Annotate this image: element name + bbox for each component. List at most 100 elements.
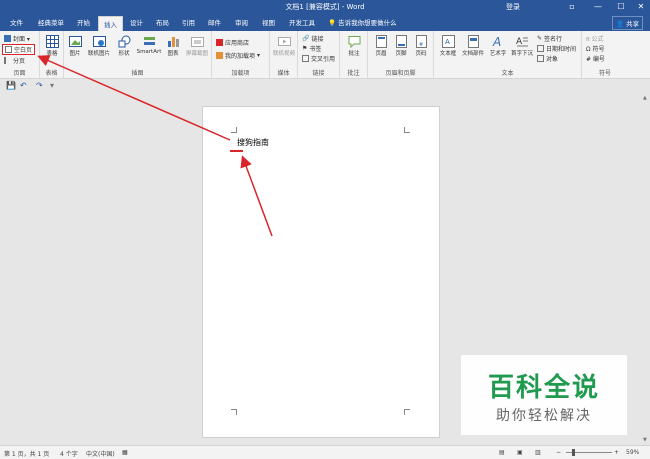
tab-file[interactable]: 文件 (10, 17, 23, 27)
store-label: 应用商店 (225, 40, 250, 47)
ribbon-display-options-button[interactable]: ▫ (559, 0, 585, 14)
zoom-out-icon[interactable]: − (556, 449, 561, 456)
share-button[interactable]: 👤 共享 (612, 16, 644, 30)
shapes-button[interactable]: 形状 (114, 35, 134, 57)
dropcap-button[interactable]: A 首字下沉 (510, 35, 534, 57)
chevron-down-icon: ▾ (257, 52, 261, 59)
scroll-up-icon[interactable]: ▲ (643, 95, 647, 101)
textbox-button[interactable]: A 文本框 (437, 35, 459, 57)
screenshot-button[interactable]: 屏幕截图 (183, 35, 211, 57)
redo-icon[interactable]: ↷ (36, 81, 43, 90)
zoom-level[interactable]: 59% (626, 449, 639, 456)
login-link[interactable]: 登录 (506, 2, 520, 12)
scroll-down-icon[interactable]: ▼ (643, 437, 647, 443)
share-label: 共享 (626, 20, 640, 28)
tab-view[interactable]: 视图 (262, 17, 275, 27)
tab-home[interactable]: 开始 (77, 17, 90, 27)
undo-icon[interactable]: ↶ (20, 81, 27, 90)
language-status[interactable]: 中文(中国) (86, 449, 115, 458)
datetime-button[interactable]: 日期和时间 (537, 44, 576, 53)
tab-mailings[interactable]: 邮件 (208, 17, 221, 27)
close-button[interactable]: ✕ (628, 0, 650, 14)
quick-parts-icon (467, 35, 479, 48)
header-button[interactable]: 页眉 (371, 35, 391, 57)
cover-icon (4, 35, 11, 42)
wordart-button[interactable]: A 艺术字 (487, 35, 509, 57)
zoom-slider-thumb[interactable] (572, 449, 575, 456)
tab-layout[interactable]: 布局 (156, 17, 169, 27)
tell-me-box[interactable]: 💡 告诉我你想要做什么 (328, 17, 397, 27)
textbox-icon: A (441, 35, 455, 48)
calendar-icon (537, 45, 544, 52)
online-picture-button[interactable]: 联机图片 (86, 35, 112, 57)
zoom-in-icon[interactable]: + (614, 449, 619, 456)
online-video-button[interactable]: 联机视频 (271, 35, 297, 57)
page-number-button[interactable]: # 页码 (411, 35, 431, 57)
chart-icon (167, 37, 179, 47)
datetime-label: 日期和时间 (546, 46, 577, 53)
tab-developer[interactable]: 开发工具 (289, 17, 315, 27)
table-button[interactable]: 表格 (43, 35, 61, 57)
status-bar: 第 1 页，共 1 页 4 个字 中文(中国) ▦ ▤ ▣ ▥ − + 59% (0, 445, 650, 459)
svg-text:A: A (492, 35, 501, 48)
picture-button[interactable]: 图片 (67, 35, 83, 57)
bookmark-icon: ⚑ (302, 45, 308, 52)
group-addins: 应用商店 我的加载项 ▾ 加载项 (212, 31, 270, 79)
page-break-button[interactable]: 分页 (4, 56, 25, 65)
save-icon[interactable]: 💾 (6, 81, 16, 90)
picture-icon (68, 36, 82, 47)
vertical-scrollbar[interactable]: ▲ ▼ (641, 93, 650, 445)
tab-references[interactable]: 引用 (182, 17, 195, 27)
tab-design[interactable]: 设计 (130, 17, 143, 27)
group-text: A 文本框 文档部件 A 艺术字 A 首字下沉 ✎ 签名行 日期和时间 对象 文… (434, 31, 582, 79)
crop-mark-top-left (231, 127, 237, 133)
chart-label: 图表 (167, 51, 179, 57)
signature-line-button[interactable]: ✎ 签名行 (537, 34, 562, 43)
smartart-button[interactable]: SmartArt (135, 35, 163, 55)
my-addins-icon (216, 52, 223, 59)
symbol-button[interactable]: Ω 符号 (586, 44, 605, 53)
textbox-label: 文本框 (439, 51, 457, 57)
group-pages-label: 页面 (13, 70, 26, 77)
group-header-footer-label: 页眉和页脚 (385, 70, 416, 77)
object-button[interactable]: 对象 (537, 54, 558, 63)
word-count[interactable]: 4 个字 (60, 449, 78, 458)
read-mode-icon[interactable]: ▤ (499, 449, 505, 456)
equation-button[interactable]: π 公式 (586, 34, 604, 43)
header-icon (375, 35, 387, 48)
web-layout-icon[interactable]: ▥ (535, 449, 541, 456)
cross-reference-button[interactable]: 交叉引用 (302, 54, 335, 63)
document-text[interactable]: 搜狗指南 (237, 137, 269, 148)
tab-classic-menu[interactable]: 经典菜单 (38, 17, 64, 27)
object-label: 对象 (546, 56, 559, 63)
blank-page-button[interactable]: 空白页 (2, 44, 36, 55)
store-button[interactable]: 应用商店 (216, 38, 249, 47)
chart-button[interactable]: 图表 (164, 35, 182, 57)
comment-button[interactable]: 批注 (344, 35, 364, 57)
tab-insert[interactable]: 插入 (98, 16, 123, 31)
footer-button[interactable]: 页脚 (391, 35, 411, 57)
shapes-label: 形状 (118, 51, 130, 57)
macro-icon[interactable]: ▦ (122, 449, 128, 456)
group-text-label: 文本 (501, 70, 514, 77)
svg-text:#: # (419, 42, 423, 48)
page-count[interactable]: 第 1 页，共 1 页 (4, 449, 49, 458)
print-layout-icon[interactable]: ▣ (517, 449, 523, 456)
cover-page-button[interactable]: 封面 ▾ (4, 34, 30, 43)
quick-parts-button[interactable]: 文档部件 (460, 35, 486, 57)
group-symbols: π 公式 Ω 符号 # 编号 符号 (582, 31, 628, 79)
my-addins-label: 我的加载项 (225, 53, 256, 60)
crop-mark-top-right (404, 127, 410, 133)
shapes-icon (118, 35, 130, 48)
object-icon (537, 55, 544, 62)
number-button[interactable]: # 编号 (586, 54, 605, 63)
tab-review[interactable]: 审阅 (235, 17, 248, 27)
customize-icon[interactable]: ▾ (50, 81, 54, 90)
document-page[interactable] (202, 106, 440, 438)
bookmark-label: 书签 (309, 46, 322, 53)
online-video-label: 联机视频 (272, 51, 295, 57)
link-button[interactable]: 🔗 链接 (302, 34, 324, 43)
bookmark-button[interactable]: ⚑ 书签 (302, 44, 321, 53)
footer-label: 页脚 (395, 51, 407, 57)
my-addins-button[interactable]: 我的加载项 ▾ (216, 51, 260, 60)
